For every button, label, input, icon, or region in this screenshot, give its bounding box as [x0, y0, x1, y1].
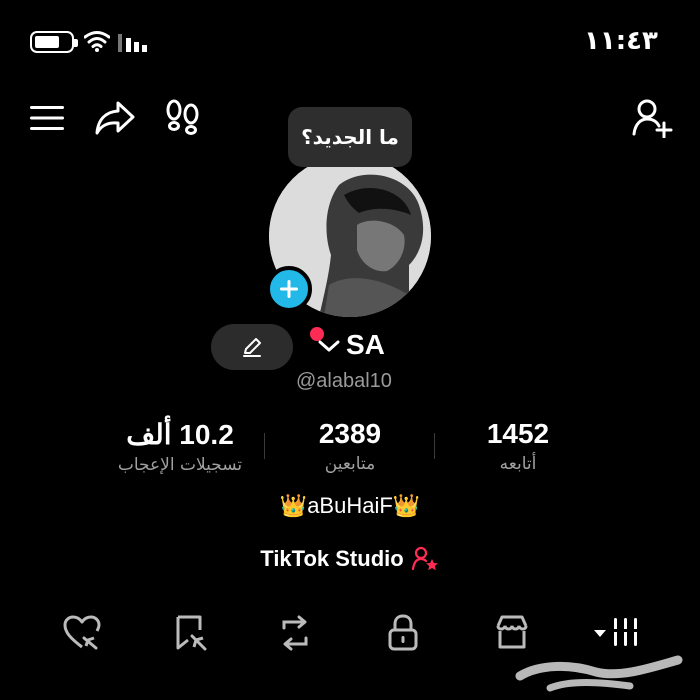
whats-new-tooltip[interactable]: ما الجديد؟ [288, 107, 412, 167]
likes-count: 10.2 ألف [126, 419, 234, 450]
chevron-down-icon[interactable] [317, 338, 341, 357]
edit-profile-button[interactable] [211, 324, 293, 370]
status-time: ١١:٤٣ [584, 26, 658, 56]
reposts-icon[interactable] [276, 614, 314, 652]
videos-grid-icon[interactable] [592, 616, 644, 648]
bio-text: 👑aBuHaiF👑 [279, 493, 421, 518]
private-lock-icon[interactable] [387, 614, 419, 652]
wifi-icon [83, 30, 111, 56]
haraj-logo [510, 650, 690, 694]
followers-stat[interactable]: 2389 متابعين [280, 418, 420, 474]
menu-icon[interactable] [30, 104, 64, 132]
username: @alabal10 [296, 370, 392, 392]
stat-divider [264, 433, 265, 459]
favorites-icon[interactable] [174, 614, 210, 652]
signal-icon [118, 34, 150, 56]
pencil-icon [243, 338, 261, 357]
following-stat[interactable]: 1452 أتابعه [448, 418, 588, 474]
liked-videos-icon[interactable] [62, 614, 102, 650]
share-icon[interactable] [94, 100, 136, 136]
following-label: أتابعه [499, 454, 537, 474]
display-name[interactable]: SA [346, 329, 385, 361]
creator-star-icon [411, 546, 438, 571]
shop-icon[interactable] [494, 614, 530, 650]
followers-count: 2389 [318, 418, 382, 449]
likes-stat[interactable]: 10.2 ألف تسجيلات الإعجاب [105, 418, 255, 475]
plus-icon [280, 280, 298, 298]
tiktok-studio-link[interactable]: TikTok Studio [0, 546, 700, 572]
battery-icon [30, 31, 78, 53]
tiktok-studio-label: TikTok Studio [260, 546, 404, 571]
footprints-icon[interactable] [164, 98, 202, 136]
add-story-button[interactable] [266, 266, 312, 312]
likes-label: تسجيلات الإعجاب [117, 455, 243, 475]
following-count: 1452 [486, 418, 550, 449]
stat-divider [434, 433, 435, 459]
add-friend-icon[interactable] [632, 98, 674, 138]
followers-label: متابعين [324, 454, 376, 474]
